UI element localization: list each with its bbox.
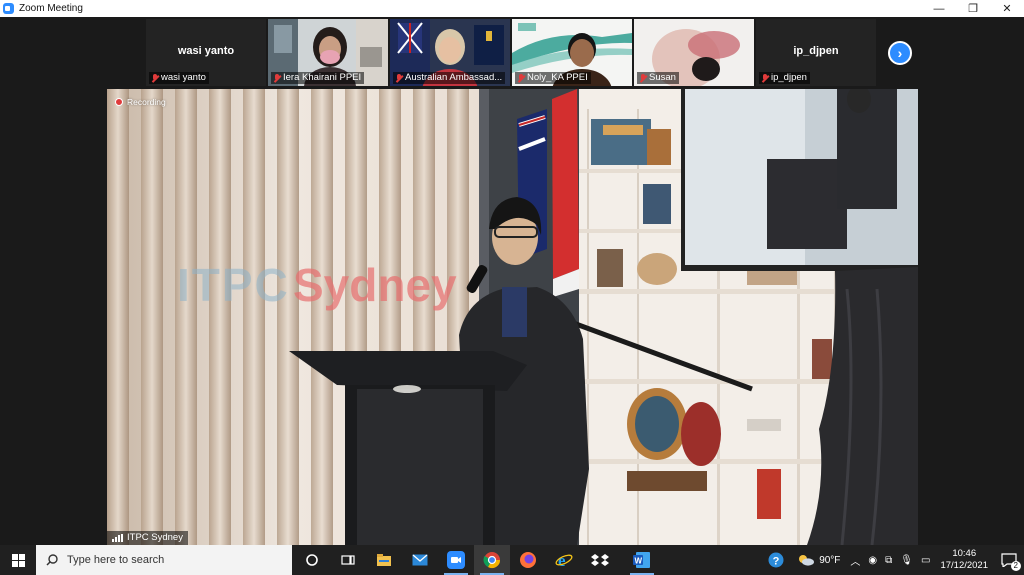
participant-strip: wasi yanto wasi yanto Iera Khairani PPEI… [146, 19, 916, 86]
participant-name-label: Australian Ambassad... [393, 72, 506, 84]
participant-tile[interactable]: Iera Khairani PPEI [268, 19, 388, 86]
meeting-area: wasi yanto wasi yanto Iera Khairani PPEI… [0, 17, 1024, 545]
svg-text:e: e [558, 551, 566, 569]
weather-icon [799, 555, 815, 566]
window-controls: — ❐ ✕ [922, 0, 1024, 17]
clock-date: 17/12/2021 [940, 560, 988, 571]
svg-text:ITPC: ITPC [177, 259, 290, 311]
minimize-button[interactable]: — [922, 0, 956, 17]
recording-icon [115, 98, 123, 106]
clock-time: 10:46 [952, 548, 977, 559]
svg-text:W: W [635, 557, 643, 566]
recording-label: Recording [127, 97, 166, 107]
search-placeholder: Type here to search [67, 554, 165, 566]
network-icon[interactable]: ⧉ [881, 555, 896, 566]
participant-name: Iera Khairani PPEI [283, 72, 362, 83]
system-tray: ? 90°F ︿ ◉ ⧉ 🎙︎ ▭ 10:46 17/12/2021 2 [761, 545, 1024, 575]
mic-muted-icon [762, 73, 768, 83]
participant-name-label: Iera Khairani PPEI [271, 72, 365, 84]
microphone-icon[interactable]: 🎙︎ [896, 555, 917, 566]
chrome-icon[interactable] [474, 545, 510, 575]
participant-tile[interactable]: Noly_KA PPEI [512, 19, 632, 86]
mic-muted-icon [274, 73, 280, 83]
zoom-icon[interactable] [438, 545, 474, 575]
word-icon[interactable]: W [624, 545, 660, 575]
window-title: Zoom Meeting [19, 3, 83, 14]
chevron-up-icon[interactable]: ︿ [846, 553, 864, 568]
participant-tile[interactable]: wasi yanto wasi yanto [146, 19, 266, 86]
participant-name-label: Noly_KA PPEI [515, 72, 591, 84]
title-bar: Zoom Meeting — ❐ ✕ [0, 0, 1024, 17]
start-button[interactable] [0, 545, 36, 575]
participant-name-label: ip_djpen [759, 72, 810, 84]
dropbox-icon[interactable] [582, 545, 618, 575]
zoom-logo-icon [3, 3, 14, 14]
clock[interactable]: 10:46 17/12/2021 [940, 548, 988, 572]
speaker-name: ITPC Sydney [127, 532, 183, 543]
speaker-name-label: ITPC Sydney [107, 531, 188, 545]
mic-muted-icon [640, 73, 646, 83]
recording-indicator: Recording [115, 97, 166, 107]
participant-tile[interactable]: ip_djpen ip_djpen [756, 19, 876, 86]
participant-name: ip_djpen [771, 72, 807, 83]
next-page-button[interactable]: › [888, 41, 912, 65]
task-view-icon[interactable] [330, 545, 366, 575]
active-speaker-video[interactable]: ITPC Sydney Recording ITPC Sydney [107, 89, 918, 545]
mic-muted-icon [518, 73, 524, 83]
taskbar-search-box[interactable]: Type here to search [36, 545, 292, 575]
participant-name-label: Susan [637, 72, 679, 84]
participant-name: wasi yanto [161, 72, 206, 83]
weather-widget[interactable]: 90°F [791, 554, 846, 566]
participant-name-label: wasi yanto [149, 72, 209, 84]
mail-icon[interactable] [402, 545, 438, 575]
windows-taskbar: Type here to search e W ? 90°F ︿ ◉ ⧉ 🎙︎ … [0, 545, 1024, 575]
restore-button[interactable]: ❐ [956, 0, 990, 17]
close-button[interactable]: ✕ [990, 0, 1024, 17]
windows-logo-icon [11, 553, 25, 567]
internet-explorer-icon[interactable]: e [546, 545, 582, 575]
svg-text:?: ? [773, 556, 780, 568]
file-explorer-icon[interactable] [366, 545, 402, 575]
battery-icon[interactable]: ▭ [917, 555, 934, 566]
cortana-icon[interactable] [294, 545, 330, 575]
speaker-video-frame: ITPC Sydney [107, 89, 918, 545]
participant-display-name: wasi yanto [177, 45, 235, 57]
participant-name: Susan [649, 72, 676, 83]
notification-count-badge: 2 [1010, 561, 1021, 571]
participant-name: Noly_KA PPEI [527, 72, 588, 83]
firefox-icon[interactable] [510, 545, 546, 575]
notification-center-button[interactable]: 2 [994, 545, 1024, 575]
mic-muted-icon [396, 73, 402, 83]
zoom-window: Zoom Meeting — ❐ ✕ wasi yanto wasi yanto [0, 0, 1024, 575]
participant-display-name: ip_djpen [793, 45, 839, 57]
mic-muted-icon [152, 73, 158, 83]
location-icon[interactable]: ◉ [864, 555, 881, 566]
search-icon [46, 554, 58, 566]
signal-strength-icon [112, 534, 123, 542]
weather-temperature: 90°F [819, 554, 841, 566]
participant-name: Australian Ambassad... [405, 72, 503, 83]
participant-tile[interactable]: Australian Ambassad... [390, 19, 510, 86]
participant-tile[interactable]: Susan [634, 19, 754, 86]
chevron-right-icon: › [897, 45, 903, 61]
help-icon[interactable]: ? [761, 545, 791, 575]
svg-text:Sydney: Sydney [293, 259, 457, 311]
